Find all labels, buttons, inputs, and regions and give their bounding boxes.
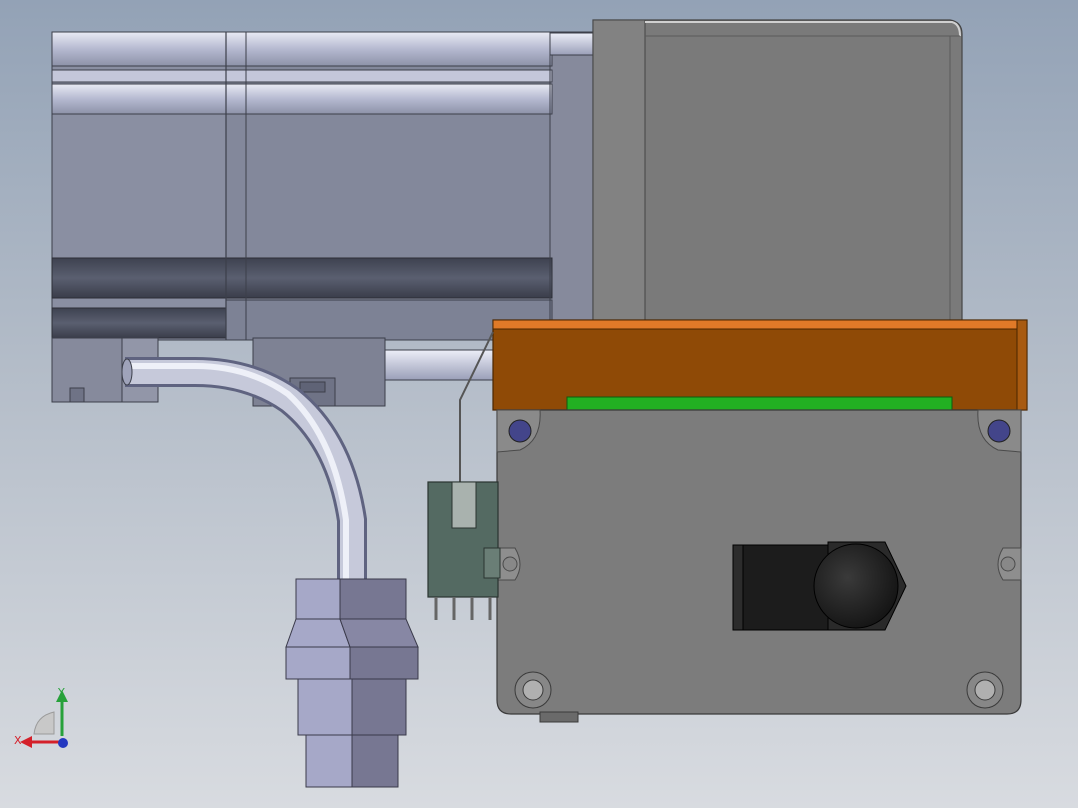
motor-rail-stripe <box>51 69 553 83</box>
pneumatic-fitting[interactable] <box>732 541 907 631</box>
screw-head-top-left <box>508 419 532 443</box>
motor-rod <box>384 349 496 381</box>
motor-lower-rail <box>51 257 553 299</box>
z-axis-dot <box>58 738 68 748</box>
motor-top-rail <box>51 31 553 67</box>
motor-flange[interactable] <box>549 31 598 341</box>
y-axis-label: Y <box>57 686 65 699</box>
cad-model-view[interactable] <box>0 0 1078 808</box>
cover-top-edge <box>492 319 1028 330</box>
motor-lower-rail-end <box>51 307 227 339</box>
triad-plane-indicator <box>33 711 55 735</box>
coordinate-triad: Y X <box>14 686 68 748</box>
front-plate[interactable] <box>496 409 1022 723</box>
screw-head-top-right <box>987 419 1011 443</box>
motor-upper-band <box>51 83 553 115</box>
gearbox-housing[interactable] <box>592 19 963 326</box>
pcb-strip <box>566 396 953 412</box>
motor-shaft-top <box>549 32 595 56</box>
x-axis-label: X <box>14 734 22 747</box>
motor-cable[interactable] <box>121 357 419 788</box>
top-cover[interactable] <box>492 319 1028 412</box>
gearbox[interactable] <box>592 19 963 326</box>
gearbox-side-plate <box>592 19 646 326</box>
graphics-viewport[interactable]: Y X <box>0 0 1078 808</box>
cable-connector[interactable] <box>285 578 419 788</box>
